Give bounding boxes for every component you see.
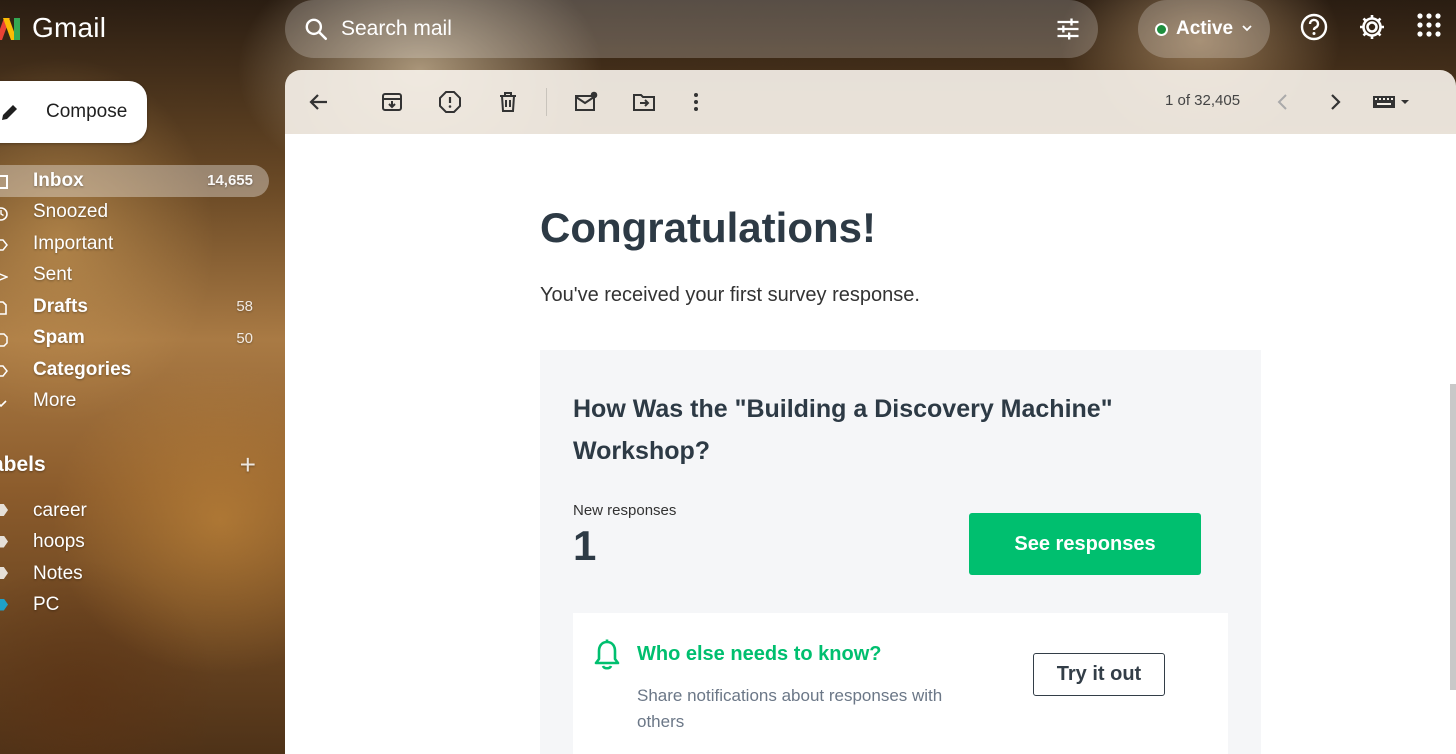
label-list: career hoops Notes PC (0, 495, 269, 621)
bell-icon (593, 639, 621, 671)
add-label-plus-icon[interactable]: + (240, 449, 256, 481)
sidebar-item-important[interactable]: Important (0, 228, 269, 260)
sidebar-item-label: Categories (33, 358, 132, 380)
notify-text: Share notifications about responses with… (637, 686, 943, 731)
email-subline: You've received your first survey respon… (540, 284, 920, 306)
chevron-down-icon (0, 394, 8, 408)
delete-trash-icon[interactable] (496, 90, 520, 114)
settings-gear-icon[interactable] (1357, 12, 1387, 42)
app-name: Gmail (32, 12, 107, 43)
pencil-icon (0, 102, 20, 122)
try-it-out-button[interactable]: Try it out (1033, 653, 1165, 696)
label-tag-icon (0, 504, 8, 516)
compose-button[interactable]: Compose (0, 81, 147, 143)
inbox-icon (0, 173, 8, 189)
scrollbar[interactable] (1450, 384, 1456, 690)
spam-count: 50 (236, 329, 253, 347)
sidebar-item-label: More (33, 390, 77, 412)
survey-title: How Was the "Building a Discovery Machin… (573, 395, 1113, 465)
sidebar-label-notes[interactable]: Notes (0, 558, 269, 590)
label-name: Notes (33, 562, 83, 584)
sidebar-label-pc[interactable]: PC (0, 590, 269, 622)
search-input[interactable]: Search mail (341, 17, 1054, 41)
sidebar-item-snoozed[interactable]: Snoozed (0, 197, 269, 229)
sidebar-item-spam[interactable]: Spam 50 (0, 323, 269, 355)
label-tag-icon (0, 567, 8, 579)
sidebar-label-career[interactable]: career (0, 495, 269, 527)
help-icon[interactable] (1299, 12, 1329, 42)
drafts-count: 58 (236, 298, 253, 316)
unread-count: 14,655 (207, 172, 253, 190)
label-name: hoops (33, 531, 85, 553)
search-bar[interactable]: Search mail (285, 0, 1098, 58)
sidebar-item-label: Sent (33, 264, 73, 286)
status-dot-icon (1154, 22, 1168, 36)
label-important-icon (0, 236, 8, 251)
label-name: career (33, 499, 87, 521)
archive-icon[interactable] (380, 90, 404, 114)
labels-header-text: abels (0, 453, 46, 476)
message-body: Congratulations! You've received your fi… (285, 134, 1456, 754)
spam-icon (0, 331, 8, 347)
notify-heading: Who else needs to know? (637, 643, 882, 665)
toolbar-divider (546, 88, 547, 116)
sidebar-item-label: Drafts (33, 295, 88, 317)
survey-card: How Was the "Building a Discovery Machin… (540, 350, 1261, 754)
new-responses-label: New responses (573, 502, 677, 519)
labels-header: abels + (0, 449, 262, 480)
label-tag-icon (0, 598, 8, 611)
compose-label: Compose (46, 101, 128, 122)
search-icon[interactable] (303, 16, 329, 42)
label-tag-icon (0, 535, 8, 548)
label-icon (0, 362, 8, 377)
sidebar-label-hoops[interactable]: hoops (0, 527, 269, 559)
chevron-right-icon[interactable] (1323, 90, 1347, 114)
apps-grid-icon[interactable] (1416, 12, 1446, 42)
notify-panel: Who else needs to know? Share notificati… (573, 613, 1228, 754)
sidebar-item-label: Snoozed (33, 201, 109, 223)
gmail-m-icon (0, 14, 22, 42)
pager-count: 1 of 32,405 (1165, 92, 1241, 109)
send-icon (0, 268, 9, 282)
sidebar-item-label: Important (33, 232, 114, 254)
sidebar-item-label: Spam (33, 327, 85, 349)
mark-unread-icon[interactable] (574, 90, 598, 114)
sidebar-item-categories[interactable]: Categories (0, 354, 269, 386)
gmail-logo[interactable]: Gmail (0, 8, 106, 48)
keyboard-input-icon[interactable] (1371, 90, 1417, 114)
status-label: Active (1175, 18, 1234, 39)
status-selector[interactable]: Active (1138, 0, 1270, 58)
move-to-folder-icon[interactable] (632, 90, 656, 114)
sidebar-item-label: Inbox (33, 169, 84, 191)
label-name: PC (33, 594, 60, 616)
draft-icon (0, 299, 8, 315)
see-responses-button[interactable]: See responses (969, 513, 1201, 575)
clock-icon (0, 205, 8, 221)
sidebar-item-more[interactable]: More (0, 386, 269, 418)
chevron-left-icon[interactable] (1271, 90, 1295, 114)
sidebar-item-drafts[interactable]: Drafts 58 (0, 291, 269, 323)
chevron-down-icon (1241, 18, 1253, 40)
message-toolbar: 1 of 32,405 (285, 70, 1456, 134)
sidebar-item-sent[interactable]: Sent (0, 260, 269, 292)
email-heading: Congratulations! (540, 204, 876, 251)
sidebar-item-inbox[interactable]: Inbox 14,655 (0, 165, 269, 197)
sidebar-nav: Inbox 14,655 Snoozed Important Sent Draf… (0, 165, 269, 417)
more-options-icon[interactable] (684, 90, 708, 114)
search-options-icon[interactable] (1054, 15, 1082, 43)
new-responses-count: 1 (573, 522, 597, 569)
back-arrow-icon[interactable] (307, 90, 331, 114)
report-spam-icon[interactable] (438, 90, 462, 114)
